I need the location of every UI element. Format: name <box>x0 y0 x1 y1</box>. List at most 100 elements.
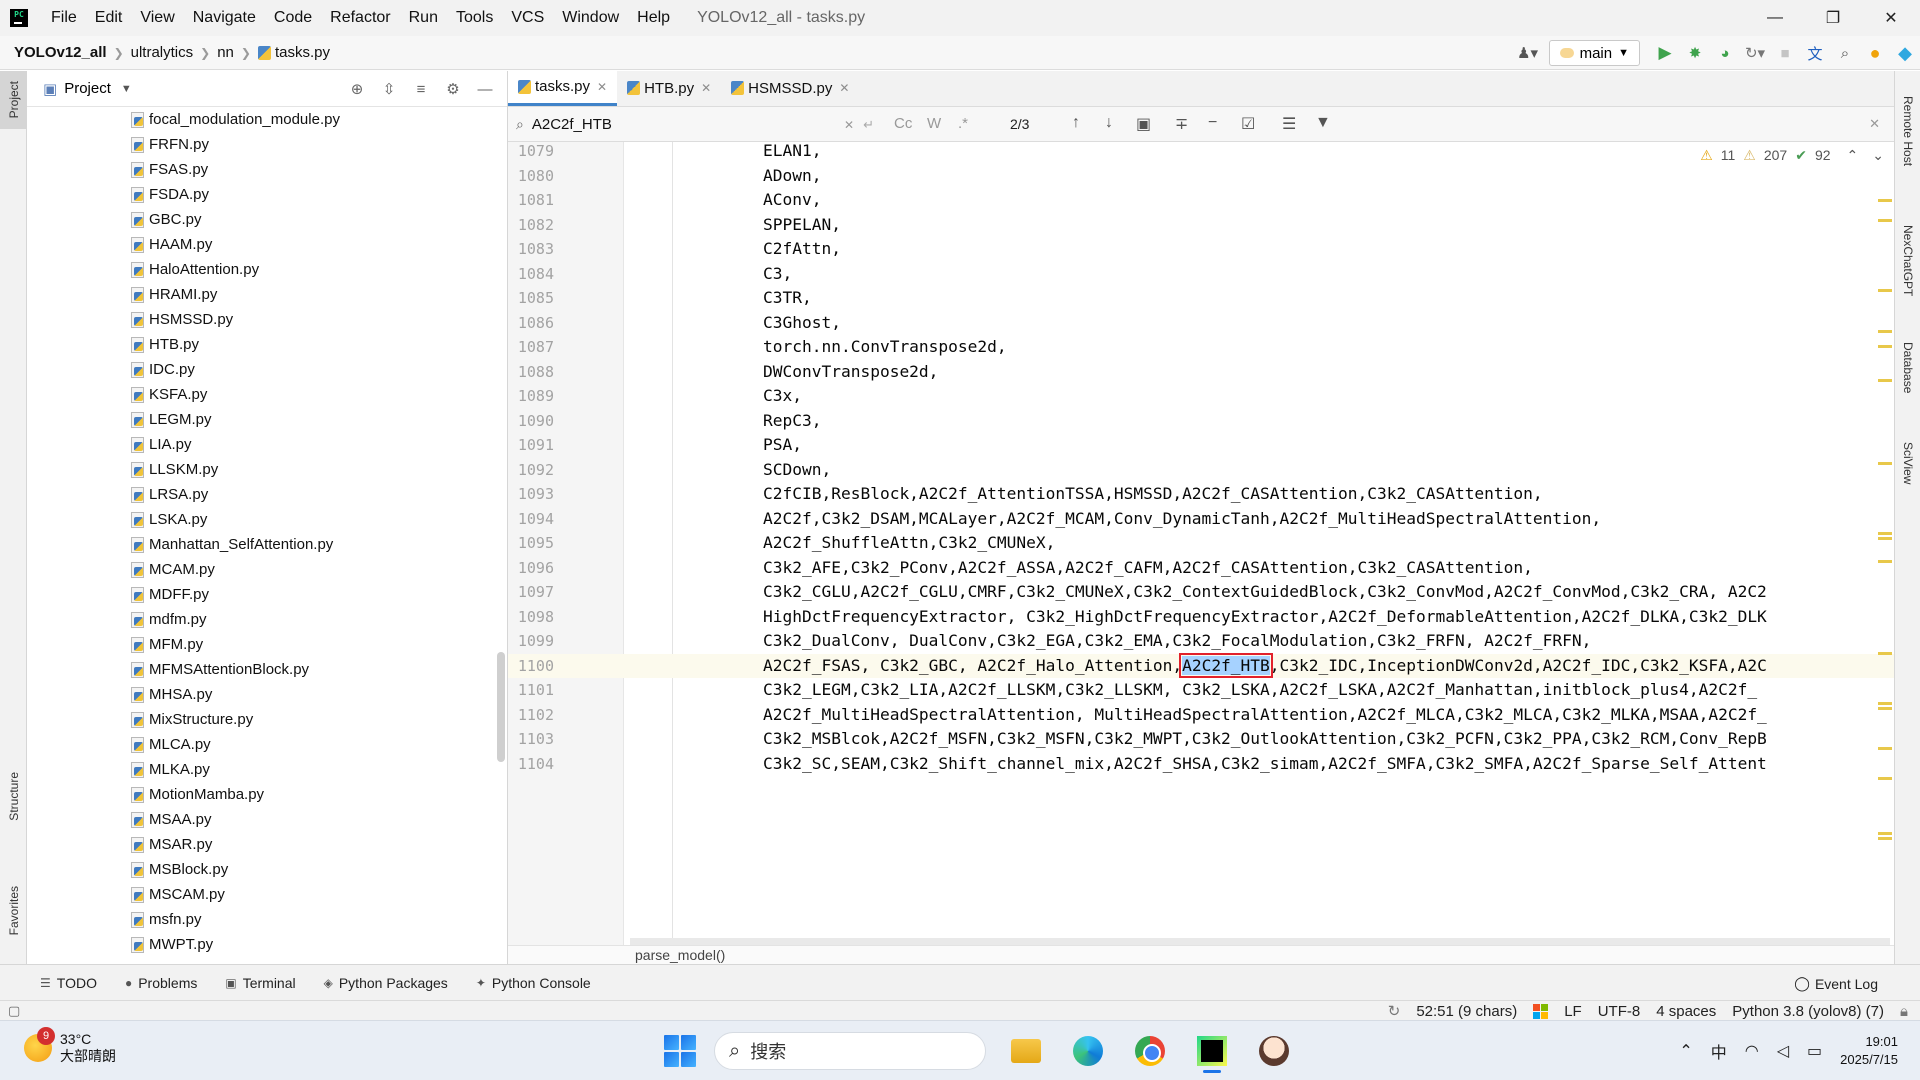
file-tree-item[interactable]: HAAM.py <box>27 232 508 257</box>
plugin-icon[interactable]: ◆ <box>1890 36 1920 70</box>
file-tree-item[interactable]: LRSA.py <box>27 482 508 507</box>
tab-hsmssd[interactable]: HSMSSD.py ✕ <box>721 70 859 106</box>
structure-tool-tab[interactable]: Structure <box>0 761 27 831</box>
coverage-icon[interactable]: ◕ <box>1710 36 1740 70</box>
code-area[interactable]: 1079 ELAN1, 1080 ADown, 1081 AConv, 1082 SPPELA… <box>508 142 1894 945</box>
vertical-scrollbar[interactable] <box>497 652 505 762</box>
newline-icon[interactable]: ↵ <box>863 117 874 133</box>
terminal-tool-button[interactable]: ▣ Terminal <box>225 975 295 991</box>
breadcrumb-project[interactable]: YOLOv12_all <box>14 44 107 61</box>
file-tree-item[interactable]: MSAA.py <box>27 807 508 832</box>
weather-widget[interactable]: 9 33°C 大部晴朗 <box>24 1027 116 1065</box>
collapse-all-icon[interactable]: ≡ <box>405 81 437 98</box>
previous-occurrence-icon[interactable]: ↑ <box>1072 114 1080 132</box>
database-tab[interactable]: Database <box>1895 323 1920 413</box>
battery-icon[interactable]: ▭ <box>1807 1041 1822 1061</box>
regex-toggle[interactable]: .* <box>958 115 968 132</box>
minimize-icon[interactable]: ― <box>1746 0 1804 36</box>
menu-help[interactable]: Help <box>628 9 679 27</box>
remove-occurrence-icon[interactable]: − <box>1208 114 1217 132</box>
chevron-up-icon[interactable]: ⌃ <box>1847 147 1859 164</box>
close-icon[interactable]: ✕ <box>701 81 711 95</box>
run-icon[interactable]: ▶ <box>1650 36 1680 70</box>
file-tree-item[interactable]: GBC.py <box>27 207 508 232</box>
expand-all-icon[interactable]: ⇳ <box>373 80 405 98</box>
volume-icon[interactable]: ◁ <box>1777 1041 1789 1061</box>
remote-host-tab[interactable]: Remote Host <box>1895 81 1920 181</box>
file-tree-item[interactable]: LSKA.py <box>27 507 508 532</box>
file-tree-item[interactable]: MSBlock.py <box>27 857 508 882</box>
problems-tool-button[interactable]: ● Problems <box>125 975 197 991</box>
search-icon[interactable]: ⌕ <box>1830 36 1860 70</box>
project-panel-title[interactable]: Project <box>64 80 111 97</box>
find-input[interactable]: ⌕ A2C2f_HTB ✕ ↵ <box>516 111 874 138</box>
menu-file[interactable]: File <box>42 9 86 27</box>
chevron-up-icon[interactable]: ⌃ <box>1679 1041 1692 1061</box>
inspection-widget[interactable]: ⚠ 11 ⚠ 207 ✔ 92 ⌃ ⌄ <box>1700 143 1884 167</box>
pycharm-app[interactable] <box>1190 1029 1234 1073</box>
line-separator[interactable]: LF <box>1564 1003 1582 1020</box>
restore-icon[interactable]: ❐ <box>1804 0 1862 36</box>
editor-breadcrumb[interactable]: parse_model() <box>508 945 1894 964</box>
avatar-app[interactable] <box>1252 1029 1296 1073</box>
close-icon[interactable]: ✕ <box>1869 116 1880 132</box>
python-interpreter[interactable]: Python 3.8 (yolov8) (7) <box>1732 1003 1884 1020</box>
file-tree-item[interactable]: LEGM.py <box>27 407 508 432</box>
file-tree-item[interactable]: MFM.py <box>27 632 508 657</box>
ime-indicator[interactable]: 中 <box>1711 1039 1727 1063</box>
horizontal-scrollbar[interactable] <box>630 938 1890 945</box>
chrome-app[interactable] <box>1128 1029 1172 1073</box>
file-tree-item[interactable]: msfn.py <box>27 907 508 932</box>
file-tree-item[interactable]: MHSA.py <box>27 682 508 707</box>
breadcrumb-ultralytics[interactable]: ultralytics <box>131 44 194 61</box>
sciview-tab[interactable]: SciView <box>1895 423 1920 503</box>
taskbar-search[interactable]: ⌕ 搜索 <box>714 1032 986 1070</box>
file-tree-item[interactable]: HSMSSD.py <box>27 307 508 332</box>
error-stripe[interactable] <box>1874 142 1894 945</box>
breadcrumb-nn[interactable]: nn <box>217 44 234 61</box>
locate-icon[interactable]: ⊕ <box>341 80 373 98</box>
clock[interactable]: 19:01 2025/7/15 <box>1840 1033 1898 1069</box>
debug-icon[interactable]: ✸ <box>1680 36 1710 70</box>
tab-htb[interactable]: HTB.py ✕ <box>617 70 721 106</box>
file-tree-item[interactable]: MLKA.py <box>27 757 508 782</box>
file-tree-item[interactable]: LIA.py <box>27 432 508 457</box>
select-all-occurrences-icon[interactable]: ▣ <box>1136 114 1151 134</box>
file-tree-item[interactable]: MWPT.py <box>27 932 508 957</box>
whole-word-toggle[interactable]: W <box>927 115 941 132</box>
close-icon[interactable]: ✕ <box>597 80 607 94</box>
translate-icon[interactable]: 文 <box>1800 36 1830 70</box>
file-tree-item[interactable]: MotionMamba.py <box>27 782 508 807</box>
match-case-toggle[interactable]: Cc <box>894 115 912 132</box>
nexchatgpt-tab[interactable]: NexChatGPT <box>1895 211 1920 311</box>
chevron-down-icon[interactable]: ▼ <box>121 83 132 95</box>
menu-navigate[interactable]: Navigate <box>184 9 265 27</box>
menu-window[interactable]: Window <box>553 9 628 27</box>
file-tree-item[interactable]: HaloAttention.py <box>27 257 508 282</box>
file-tree-item[interactable]: HTB.py <box>27 332 508 357</box>
file-tree-item[interactable]: Manhattan_SelfAttention.py <box>27 532 508 557</box>
project-tool-tab[interactable]: Project <box>0 71 27 129</box>
file-tree-item[interactable]: FRFN.py <box>27 132 508 157</box>
next-occurrence-icon[interactable]: ↓ <box>1105 114 1113 132</box>
file-tree-item[interactable]: MDFF.py <box>27 582 508 607</box>
find-query[interactable]: A2C2f_HTB <box>532 116 612 133</box>
profile-icon[interactable]: ↻▾ <box>1740 36 1770 70</box>
file-tree-item[interactable]: MFMSAttentionBlock.py <box>27 657 508 682</box>
file-tree-item[interactable]: MCAM.py <box>27 557 508 582</box>
wifi-icon[interactable]: ◠ <box>1745 1041 1759 1061</box>
close-icon[interactable]: ✕ <box>1862 0 1920 36</box>
file-tree-item[interactable]: MLCA.py <box>27 732 508 757</box>
add-occurrence-icon[interactable]: ∓ <box>1175 114 1188 134</box>
menu-run[interactable]: Run <box>400 9 447 27</box>
file-tree-item[interactable]: IDC.py <box>27 357 508 382</box>
clear-icon[interactable]: ✕ <box>844 118 854 132</box>
event-log-button[interactable]: ◯ Event Log <box>1794 975 1878 992</box>
hide-icon[interactable]: — <box>469 81 501 98</box>
python-console-tool-button[interactable]: ✦ Python Console <box>476 975 591 991</box>
gear-icon[interactable]: ⚙ <box>437 80 469 98</box>
edge-app[interactable] <box>1066 1029 1110 1073</box>
lock-icon[interactable]: 🔒︎ <box>1900 1003 1908 1020</box>
file-encoding[interactable]: UTF-8 <box>1598 1003 1641 1020</box>
close-icon[interactable]: ✕ <box>839 81 849 95</box>
